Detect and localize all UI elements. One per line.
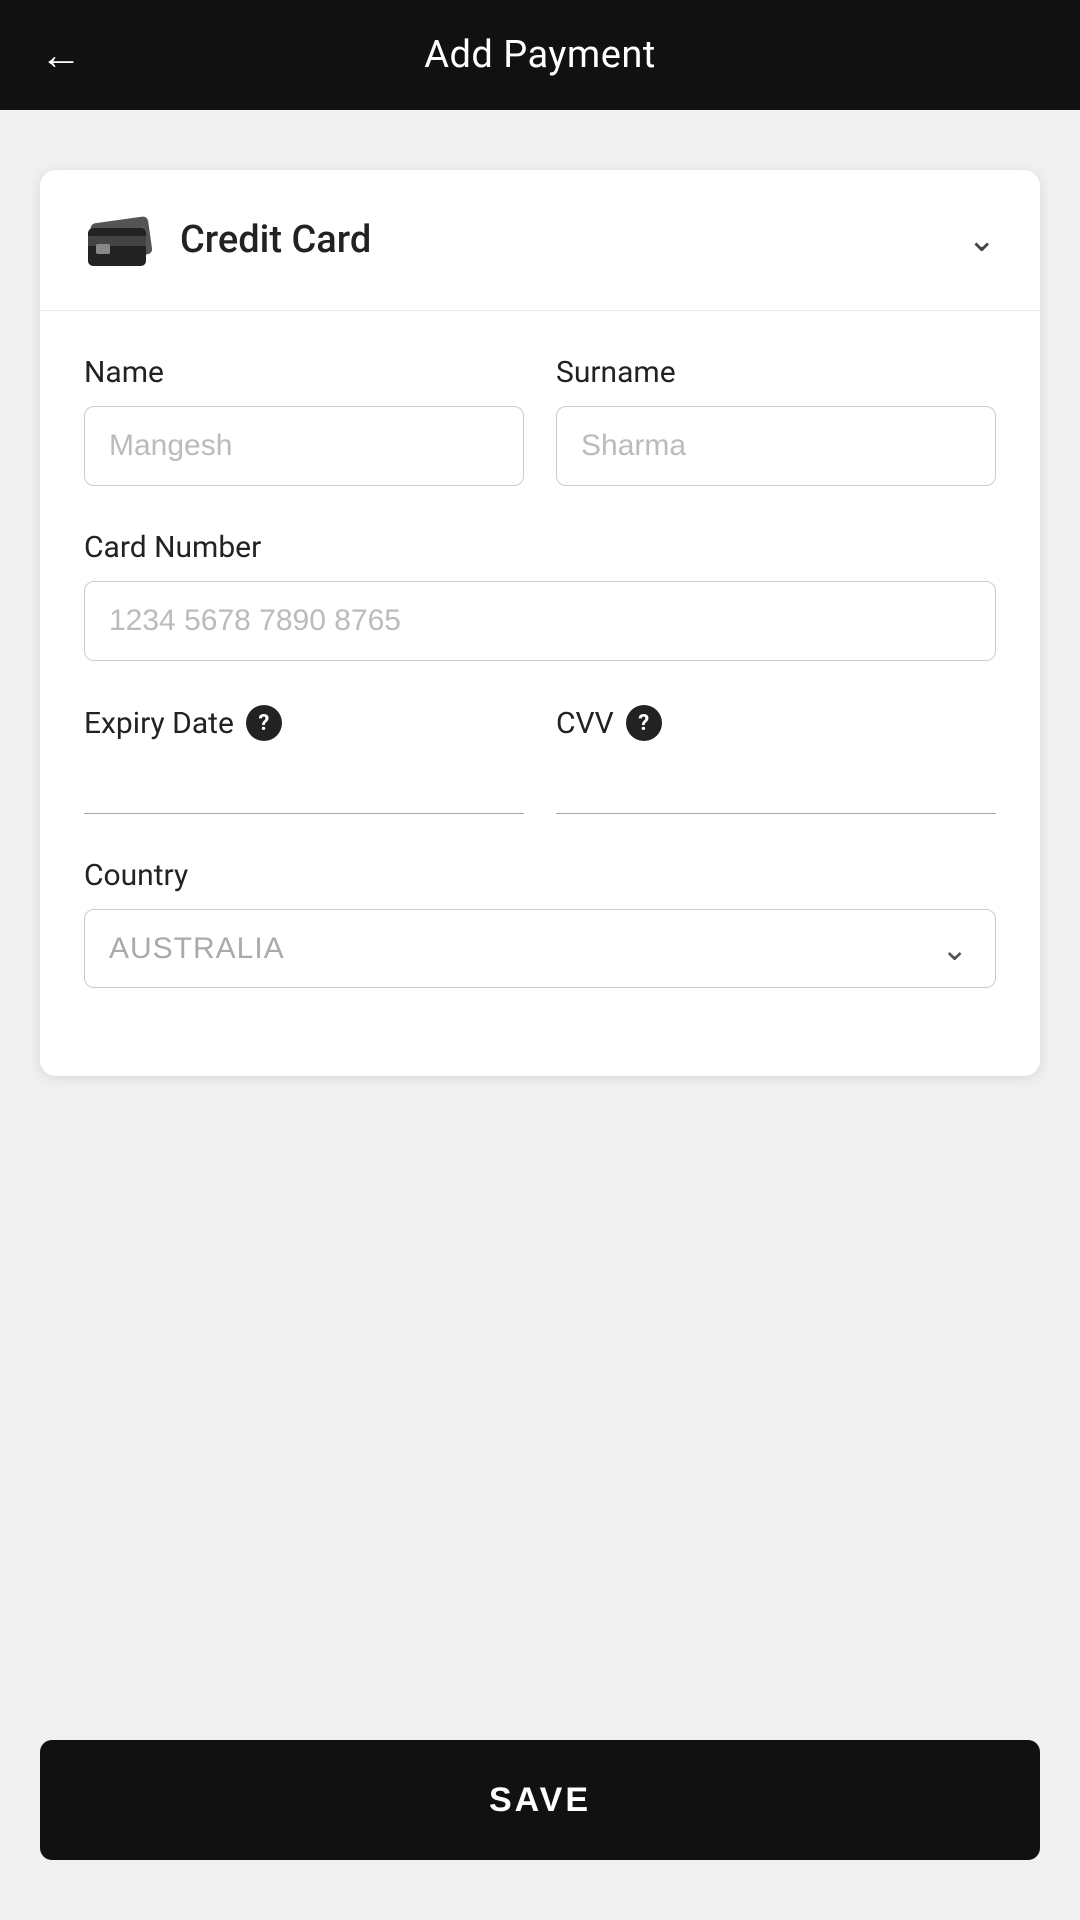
expiry-date-label: Expiry Date [84,706,234,741]
card-type-left: Credit Card [84,214,371,266]
expiry-label-row: Expiry Date ? [84,705,524,741]
name-input[interactable] [84,406,524,486]
name-surname-row: Name Surname [84,355,996,486]
cvv-label-row: CVV ? [556,705,996,741]
surname-label: Surname [556,355,996,390]
name-group: Name [84,355,524,486]
surname-group: Surname [556,355,996,486]
expiry-date-group: Expiry Date ? [84,705,524,814]
cvv-group: CVV ? [556,705,996,814]
name-label: Name [84,355,524,390]
card-type-chevron-icon[interactable]: ⌄ [968,220,997,260]
surname-input[interactable] [556,406,996,486]
save-button[interactable]: SAVE [40,1740,1040,1860]
expiry-cvv-row: Expiry Date ? CVV ? [84,705,996,814]
card-number-label: Card Number [84,530,996,565]
form-section: Name Surname Card Number Expiry Date [40,311,1040,1076]
page-title: Add Payment [424,33,656,77]
country-group: Country AUSTRALIA UNITED STATES UNITED K… [84,858,996,988]
country-label: Country [84,858,996,893]
payment-card: Credit Card ⌄ Name Surname Card Number [40,170,1040,1076]
save-button-container: SAVE [0,1740,1080,1920]
cvv-label: CVV [556,706,614,741]
card-type-label: Credit Card [180,218,371,262]
back-button[interactable]: ← [40,31,82,80]
expiry-help-icon[interactable]: ? [246,705,282,741]
card-number-group: Card Number [84,530,996,661]
back-arrow-icon: ← [40,31,82,80]
cvv-help-question-mark: ? [638,711,649,736]
main-content: Credit Card ⌄ Name Surname Card Number [0,110,1080,1276]
header: ← Add Payment [0,0,1080,110]
help-question-mark: ? [258,711,269,736]
credit-card-icon [84,214,152,266]
country-select[interactable]: AUSTRALIA UNITED STATES UNITED KINGDOM C… [84,909,996,988]
card-type-header[interactable]: Credit Card ⌄ [40,170,1040,311]
cvv-help-icon[interactable]: ? [626,705,662,741]
expiry-date-input[interactable] [84,757,524,814]
card-number-input[interactable] [84,581,996,661]
cvv-input[interactable] [556,757,996,814]
country-select-wrapper: AUSTRALIA UNITED STATES UNITED KINGDOM C… [84,909,996,988]
